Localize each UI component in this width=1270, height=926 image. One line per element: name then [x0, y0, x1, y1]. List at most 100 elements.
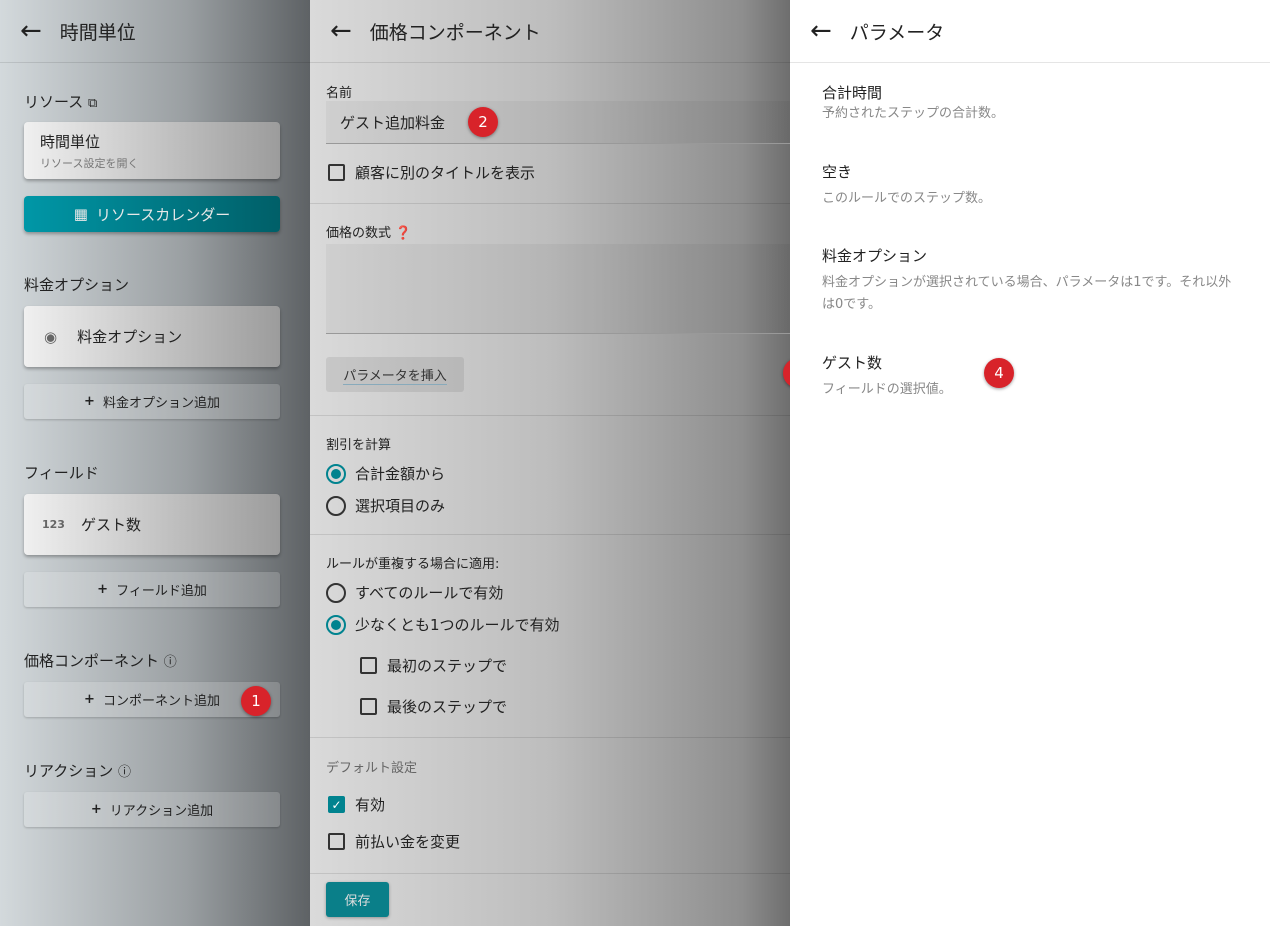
field-card[interactable]: 123 ゲスト数: [24, 494, 280, 555]
divider: [310, 737, 790, 738]
save-button[interactable]: 保存: [326, 882, 389, 917]
checkbox-icon: [360, 698, 377, 715]
radio-icon: ◉: [44, 327, 58, 346]
divider: [310, 415, 790, 416]
time-unit-panel: ← 時間単位 リソース ⧉ 時間単位 リソース設定を開く ▦ リソースカレンダー 料…: [0, 0, 310, 926]
insert-parameter-button[interactable]: パラメータを挿入: [326, 357, 464, 392]
parameter-name: 空き: [822, 163, 853, 181]
first-step-label: 最初のステップで: [387, 657, 508, 675]
resource-label: リソース: [24, 93, 84, 111]
price-components-section: 価格コンポーネント ⓘ: [24, 650, 177, 671]
parameter-item[interactable]: ゲスト数フィールドの選択値。: [822, 352, 1242, 401]
defaults-label: デフォルト設定: [326, 761, 418, 776]
plus-icon: +: [90, 802, 102, 817]
step-badge-2: 2: [468, 107, 498, 137]
back-arrow-icon[interactable]: ←: [330, 18, 352, 44]
parameter-description: このルールでのステップ数。: [822, 191, 992, 206]
pricing-option-card[interactable]: ◉ 料金オプション: [24, 306, 280, 367]
add-component-label: コンポーネント追加: [102, 694, 220, 709]
help-icon[interactable]: ⓘ: [118, 765, 131, 780]
pricing-options-label: 料金オプション: [24, 276, 130, 294]
back-arrow-icon[interactable]: ←: [20, 18, 42, 44]
last-step-label: 最後のステップで: [387, 698, 508, 716]
divider: [310, 203, 790, 204]
numbers-icon: 123: [42, 518, 65, 531]
panel-header: ← パラメータ: [790, 0, 1270, 63]
parameter-name: 合計時間: [822, 84, 883, 102]
panel-title: パラメータ: [849, 21, 945, 44]
grid-icon: ▦: [73, 205, 88, 223]
copy-icon[interactable]: ⧉: [88, 96, 97, 111]
last-step-checkbox[interactable]: 最後のステップで: [360, 696, 507, 717]
panel-header: ← 時間単位: [0, 0, 310, 63]
enabled-checkbox[interactable]: ✓ 有効: [328, 794, 385, 815]
resource-card-subtitle: リソース設定を開く: [40, 157, 139, 170]
insert-parameter-label: パラメータを挿入: [343, 365, 447, 385]
discount-label: 割引を計算: [326, 438, 392, 453]
overlap-option-label: 少なくとも1つのルールで有効: [355, 616, 560, 634]
checkbox-icon: [360, 657, 377, 674]
enabled-label: 有効: [355, 796, 386, 814]
add-field-button[interactable]: + フィールド追加: [24, 572, 280, 607]
divider: [310, 534, 790, 535]
parameter-name: 料金オプション: [822, 247, 928, 265]
parameters-panel: ← パラメータ 合計時間予約されたステップの合計数。 空きこのルールでのステップ数…: [790, 0, 1270, 926]
overlap-option-label: すべてのルールで有効: [355, 584, 504, 602]
name-input[interactable]: ゲスト追加料金: [326, 101, 790, 144]
radio-checked-icon: [326, 614, 346, 635]
change-prepayment-checkbox[interactable]: 前払い金を変更: [328, 831, 460, 852]
parameter-description: 料金オプションが選択されている場合、パラメータは1です。それ以外は0です。: [822, 275, 1232, 312]
discount-option-label: 合計金額から: [355, 465, 446, 483]
formula-textarea[interactable]: [326, 244, 790, 334]
price-components-label: 価格コンポーネント: [24, 652, 160, 670]
radio-icon: [326, 495, 346, 516]
parameter-item[interactable]: 合計時間予約されたステップの合計数。: [822, 82, 1242, 125]
show-alt-title-checkbox[interactable]: 顧客に別のタイトルを表示: [328, 162, 535, 183]
overlap-label: ルールが重複する場合に適用:: [326, 557, 500, 572]
help-icon[interactable]: ⓘ: [164, 655, 177, 670]
formula-label-row: 価格の数式 ❓: [326, 222, 411, 241]
panel-title: 時間単位: [59, 21, 136, 44]
pricing-option-card-label: 料金オプション: [77, 328, 183, 346]
back-arrow-icon[interactable]: ←: [810, 18, 832, 44]
add-pricing-option-label: 料金オプション追加: [102, 396, 220, 411]
discount-option-label: 選択項目のみ: [355, 497, 446, 515]
checkbox-checked-icon: ✓: [328, 796, 345, 813]
panel-title: 価格コンポーネント: [369, 21, 541, 44]
step-badge-4: 4: [984, 358, 1014, 388]
resource-calendar-button[interactable]: ▦ リソースカレンダー: [24, 196, 280, 232]
panel-header: ← 価格コンポーネント: [310, 0, 790, 63]
add-reaction-label: リアクション追加: [109, 804, 214, 819]
formula-label: 価格の数式: [326, 226, 392, 241]
show-alt-title-label: 顧客に別のタイトルを表示: [355, 164, 536, 182]
help-icon[interactable]: ❓: [395, 226, 411, 241]
field-card-label: ゲスト数: [80, 516, 141, 534]
name-label: 名前: [326, 86, 353, 101]
add-reaction-button[interactable]: + リアクション追加: [24, 792, 280, 827]
resource-card[interactable]: 時間単位 リソース設定を開く: [24, 122, 280, 179]
add-pricing-option-button[interactable]: + 料金オプション追加: [24, 384, 280, 419]
discount-option-selected[interactable]: 選択項目のみ: [326, 495, 445, 516]
price-component-panel: ← 価格コンポーネント 名前 ゲスト追加料金 2 顧客に別のタイトルを表示 価格の…: [310, 0, 813, 926]
overlap-option-all[interactable]: すべてのルールで有効: [326, 582, 503, 603]
parameter-name: ゲスト数: [822, 354, 883, 372]
reactions-label: リアクション: [24, 762, 114, 780]
step-badge-1: 1: [241, 686, 271, 716]
parameter-item[interactable]: 料金オプション料金オプションが選択されている場合、パラメータは1です。それ以外は…: [822, 245, 1242, 316]
checkbox-icon: [328, 164, 345, 181]
name-input-value: ゲスト追加料金: [340, 114, 446, 132]
parameter-item[interactable]: 空きこのルールでのステップ数。: [822, 161, 1242, 210]
change-prepayment-label: 前払い金を変更: [355, 833, 461, 851]
parameter-description: 予約されたステップの合計数。: [822, 106, 1005, 121]
divider: [310, 873, 790, 874]
plus-icon: +: [97, 582, 109, 597]
discount-option-total[interactable]: 合計金額から: [326, 463, 445, 484]
resource-section-label: リソース ⧉: [24, 91, 97, 112]
fields-label: フィールド: [24, 464, 99, 482]
first-step-checkbox[interactable]: 最初のステップで: [360, 655, 507, 676]
overlap-option-one[interactable]: 少なくとも1つのルールで有効: [326, 614, 560, 635]
resource-calendar-label: リソースカレンダー: [95, 205, 231, 224]
radio-checked-icon: [326, 463, 346, 484]
resource-card-title: 時間単位: [40, 133, 101, 151]
parameter-description: フィールドの選択値。: [822, 382, 952, 397]
